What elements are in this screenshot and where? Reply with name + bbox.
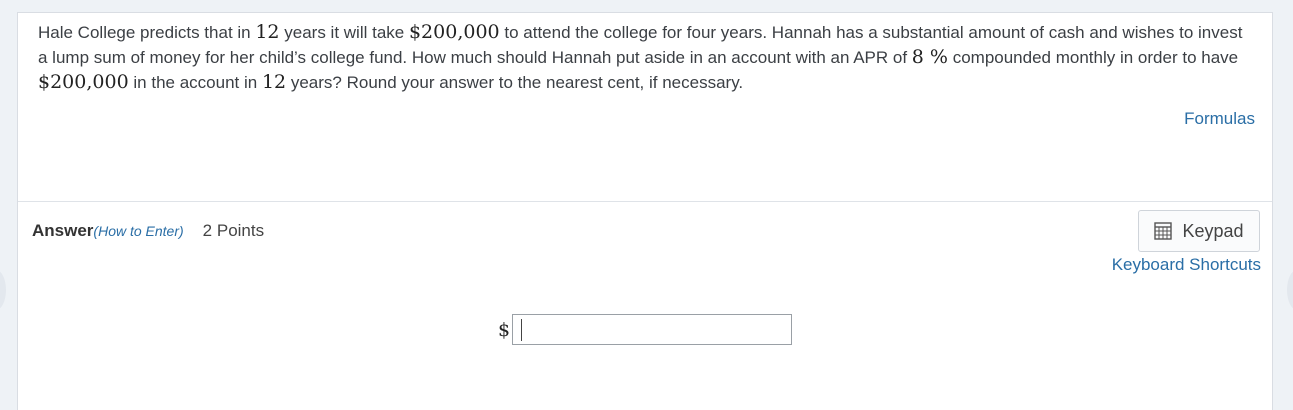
answer-input-group: $ <box>498 314 793 345</box>
page: Hale College predicts that in 12 years i… <box>0 0 1293 410</box>
math-target-amount: $200,000 <box>38 71 129 93</box>
answer-label: Answer <box>32 221 94 240</box>
math-years: 12 <box>255 21 280 43</box>
math-years-2: 12 <box>261 71 287 93</box>
question-segment: in the account in <box>128 73 262 92</box>
divider <box>18 201 1272 202</box>
right-scroll-edge <box>1287 270 1293 310</box>
question-card: Hale College predicts that in 12 years i… <box>17 12 1273 410</box>
formulas-link[interactable]: Formulas <box>1184 109 1255 129</box>
answer-header: Answer (How to Enter) 2 Points <box>32 221 264 241</box>
left-scroll-edge <box>0 270 6 310</box>
keypad-label: Keypad <box>1182 220 1244 241</box>
math-cost: $200,000 <box>408 21 500 43</box>
text-cursor <box>521 319 523 341</box>
question-text: Hale College predicts that in 12 years i… <box>38 20 1253 95</box>
calculator-icon <box>1154 222 1173 240</box>
math-apr: 8 % <box>911 46 948 68</box>
question-segment: Hale College predicts that in <box>38 23 256 42</box>
question-segment: years? Round your answer to the nearest … <box>286 73 744 92</box>
points-label: 2 Points <box>202 221 265 240</box>
keypad-button[interactable]: Keypad <box>1138 210 1260 252</box>
question-segment: years it will take <box>279 23 409 42</box>
how-to-enter-link[interactable]: (How to Enter) <box>93 223 183 239</box>
question-segment: compounded monthly in order to have <box>947 48 1239 67</box>
answer-input[interactable] <box>512 314 793 345</box>
dollar-prefix: $ <box>498 318 511 341</box>
keyboard-shortcuts-link[interactable]: Keyboard Shortcuts <box>1112 255 1261 275</box>
